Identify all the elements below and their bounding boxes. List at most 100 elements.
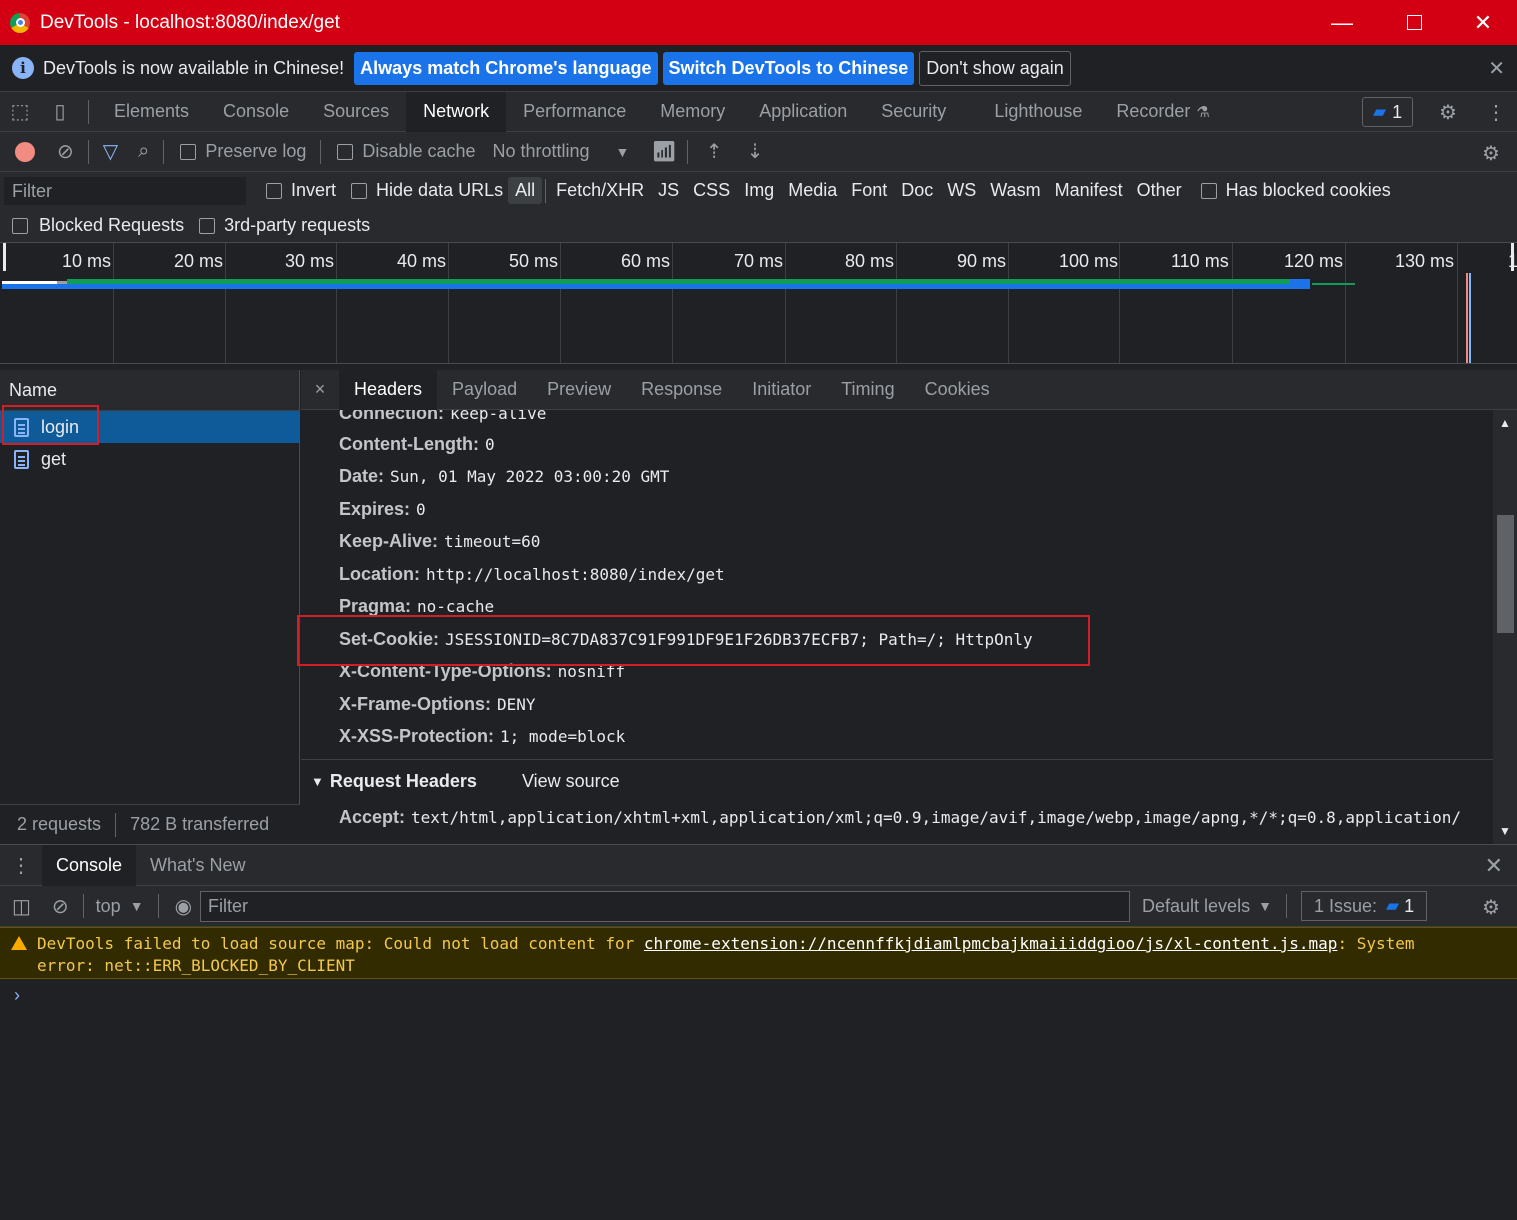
blocked-requests-box[interactable] [12, 217, 28, 234]
filter-type-media[interactable]: Media [781, 177, 844, 204]
close-window-icon[interactable]: ✕ [1448, 0, 1517, 45]
timeline-tick-label: 110 ms [1171, 251, 1229, 271]
console-filter-input[interactable]: Filter [200, 890, 1131, 922]
filter-type-manifest[interactable]: Manifest [1048, 177, 1130, 204]
disable-cache-checkbox[interactable]: Disable cache [337, 141, 475, 162]
maximize-icon[interactable] [1379, 0, 1449, 45]
clear-console-icon[interactable]: ⊘ [52, 894, 69, 919]
console-prompt-icon[interactable]: › [14, 985, 20, 1006]
import-har-icon[interactable]: ⇡ [706, 139, 723, 164]
preserve-log-box[interactable] [180, 143, 197, 160]
request-headers-section-header[interactable]: ▼ Request Headers View source [311, 771, 620, 792]
network-settings-icon[interactable]: ⚙ [1482, 141, 1500, 166]
issues-counter-button[interactable]: ▰ 1 [1362, 97, 1414, 127]
header-value: 0 [484, 435, 495, 454]
filter-type-other[interactable]: Other [1130, 177, 1189, 204]
has-blocked-cookies-checkbox[interactable]: Has blocked cookies [1200, 180, 1391, 201]
switch-to-chinese-button[interactable]: Switch DevTools to Chinese [662, 51, 915, 85]
tab-console[interactable]: Console [206, 92, 306, 132]
filter-funnel-icon[interactable]: ▽ [103, 139, 118, 164]
tab-security[interactable]: Security [864, 92, 963, 132]
detail-scrollbar[interactable]: ▲ ▼ [1493, 410, 1517, 844]
tab-application[interactable]: Application [742, 92, 864, 132]
tab-response[interactable]: Response [626, 370, 737, 410]
tab-sources[interactable]: Sources [306, 92, 406, 132]
status-separator [115, 812, 117, 837]
hide-data-urls-checkbox[interactable]: Hide data URLs [351, 180, 503, 201]
filter-type-js[interactable]: JS [651, 177, 686, 204]
clear-icon[interactable]: ⊘ [57, 139, 74, 164]
close-detail-icon[interactable]: × [301, 379, 339, 400]
log-levels-select[interactable]: Default levels ▼ [1142, 896, 1272, 917]
export-har-icon[interactable]: ⇣ [747, 139, 764, 164]
drawer-menu-icon[interactable]: ⋮ [0, 853, 42, 878]
tab-initiator[interactable]: Initiator [737, 370, 826, 410]
console-settings-icon[interactable]: ⚙ [1482, 895, 1500, 920]
drawer-tab-whats-new[interactable]: What's New [136, 845, 259, 886]
tab-cookies[interactable]: Cookies [910, 370, 1005, 410]
filter-type-wasm[interactable]: Wasm [983, 177, 1047, 204]
tab-payload[interactable]: Payload [437, 370, 532, 410]
filter-type-font[interactable]: Font [844, 177, 894, 204]
tab-headers[interactable]: Headers [339, 369, 438, 410]
show-sidebar-icon[interactable]: ◫ [12, 894, 31, 919]
tab-elements[interactable]: Elements [97, 92, 206, 132]
scrollbar-thumb[interactable] [1497, 515, 1514, 633]
third-party-checkbox[interactable]: 3rd-party requests [199, 215, 370, 236]
console-issues-button[interactable]: 1 Issue: ▰ 1 [1300, 891, 1428, 921]
preserve-log-checkbox[interactable]: Preserve log [180, 141, 306, 162]
filter-type-all[interactable]: All [508, 177, 543, 204]
header-value: no-cache [417, 597, 495, 616]
live-expression-eye-icon[interactable]: ◉ [175, 894, 192, 919]
context-selector[interactable]: top ▼ [96, 896, 144, 917]
settings-gear-icon[interactable]: ⚙ [1439, 100, 1457, 125]
close-drawer-icon[interactable]: ✕ [1485, 853, 1503, 879]
tab-network[interactable]: Network [406, 91, 507, 132]
tab-timing[interactable]: Timing [826, 370, 909, 410]
drawer-tab-console[interactable]: Console [42, 844, 137, 886]
timeline-right-handle[interactable] [1511, 243, 1514, 271]
header-value: timeout=60 [444, 532, 541, 551]
network-conditions-icon[interactable]: 📶︎ [651, 139, 676, 164]
has-blocked-cookies-box[interactable] [1200, 182, 1217, 199]
header-key: Location: [339, 564, 420, 584]
dont-show-again-button[interactable]: Don't show again [919, 50, 1071, 86]
header-key: Keep-Alive: [339, 531, 439, 551]
scroll-up-icon[interactable]: ▲ [1499, 416, 1511, 430]
device-toolbar-icon[interactable]: ▯ [40, 92, 80, 132]
third-party-box[interactable] [199, 217, 216, 234]
timeline-left-handle[interactable] [3, 243, 6, 271]
tab-performance[interactable]: Performance [506, 92, 643, 132]
network-overview-timeline[interactable]: 10 ms 20 ms 30 ms 40 ms 50 ms 60 ms 70 m… [0, 243, 1517, 364]
record-stop-icon[interactable] [15, 141, 35, 162]
minimize-icon[interactable]: — [1307, 0, 1377, 45]
tab-memory[interactable]: Memory [643, 92, 742, 132]
header-row: Date: Sun, 01 May 2022 03:00:20 GMT [339, 466, 669, 487]
language-infobar: i DevTools is now available in Chinese! … [0, 45, 1517, 92]
filter-type-css[interactable]: CSS [686, 177, 737, 204]
invert-box[interactable] [266, 182, 282, 199]
filter-input[interactable]: Filter [4, 176, 246, 205]
tab-preview[interactable]: Preview [532, 370, 626, 410]
throttling-select[interactable]: No throttling ▼ [492, 141, 629, 162]
more-options-icon[interactable]: ⋮ [1486, 100, 1506, 125]
source-map-link[interactable]: chrome-extension://ncennffkjdiamlpmcbajk… [644, 934, 1338, 953]
filter-type-fetch-xhr[interactable]: Fetch/XHR [549, 177, 651, 204]
hide-data-urls-box[interactable] [351, 182, 368, 199]
view-source-link[interactable]: View source [522, 771, 620, 792]
request-row-get[interactable]: get [0, 443, 299, 475]
blocked-requests-checkbox[interactable]: Blocked Requests [12, 215, 184, 236]
inspect-element-icon[interactable]: ⬚ [0, 92, 40, 132]
filter-type-ws[interactable]: WS [940, 177, 983, 204]
tab-lighthouse[interactable]: Lighthouse [977, 92, 1099, 132]
issue-message-icon: ▰ [1385, 896, 1400, 915]
filter-type-img[interactable]: Img [737, 177, 781, 204]
always-match-language-button[interactable]: Always match Chrome's language [354, 51, 658, 85]
disable-cache-box[interactable] [337, 143, 354, 160]
filter-type-doc[interactable]: Doc [894, 177, 940, 204]
search-icon[interactable]: ⌕ [138, 140, 149, 163]
tab-recorder[interactable]: Recorder ⚗ [1099, 92, 1226, 132]
invert-checkbox[interactable]: Invert [266, 180, 336, 201]
infobar-close-icon[interactable]: ✕ [1488, 56, 1505, 81]
scroll-down-icon[interactable]: ▼ [1499, 824, 1511, 838]
